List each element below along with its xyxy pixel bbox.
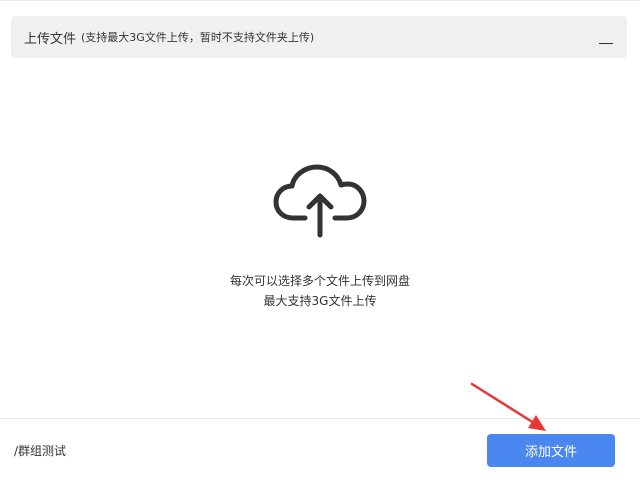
upload-header: 上传文件 (支持最大3G文件上传，暂时不支持文件夹上传) bbox=[11, 16, 627, 58]
add-file-button[interactable]: 添加文件 bbox=[487, 434, 615, 467]
target-folder-path: /群组测试 bbox=[14, 444, 67, 458]
minimize-icon bbox=[599, 42, 613, 44]
upload-dialog: 上传文件 (支持最大3G文件上传，暂时不支持文件夹上传) 每次可以选择多个文件上… bbox=[0, 0, 640, 480]
upload-limit-note: (支持最大3G文件上传，暂时不支持文件夹上传) bbox=[81, 31, 315, 44]
footer-divider bbox=[0, 418, 640, 419]
cloud-upload-icon bbox=[273, 164, 367, 238]
minimize-button[interactable] bbox=[599, 28, 613, 48]
upload-hint-multiple: 每次可以选择多个文件上传到网盘 bbox=[229, 274, 410, 288]
file-drop-area[interactable]: 每次可以选择多个文件上传到网盘 最大支持3G文件上传 bbox=[0, 161, 640, 321]
upload-hint-size: 最大支持3G文件上传 bbox=[263, 294, 377, 308]
dialog-title: 上传文件 bbox=[24, 31, 77, 47]
